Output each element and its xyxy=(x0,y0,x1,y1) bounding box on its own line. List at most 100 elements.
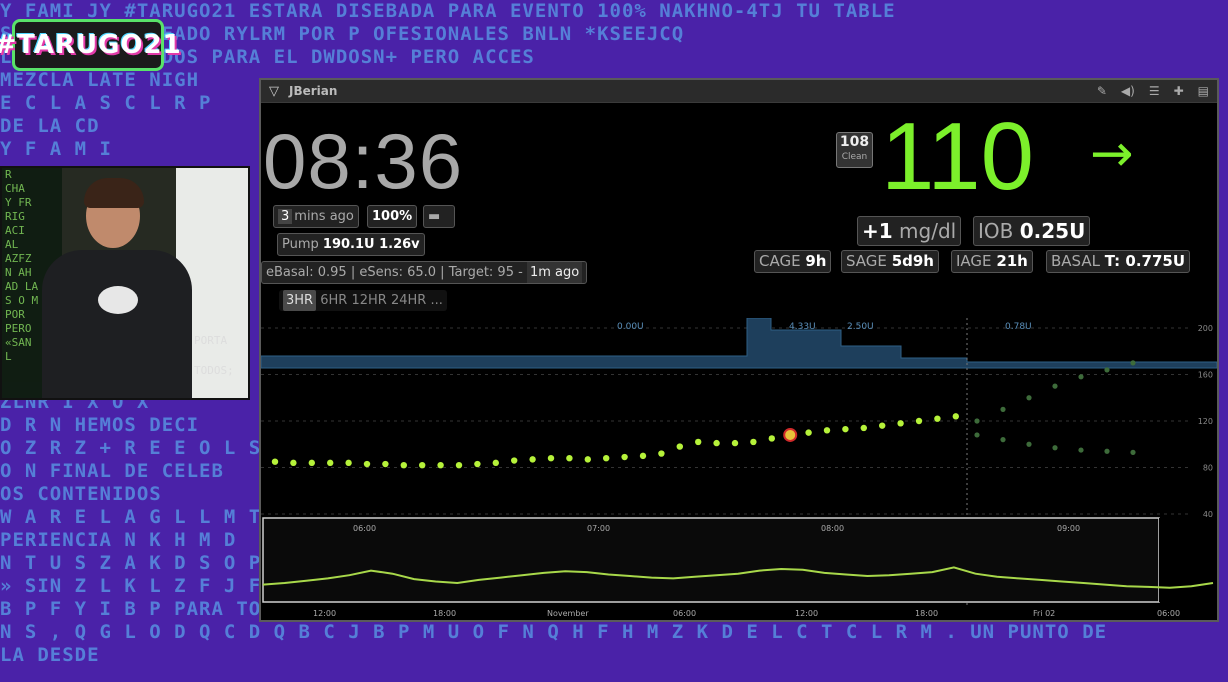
background-line: LOS ENTRETENIDOS PARA EL DWDOSN+ PERO AC… xyxy=(0,46,535,68)
brush-top-tick: 08:00 xyxy=(821,524,844,533)
background-line: S Z X P X RODEADO RYLRM POR P OFESIONALE… xyxy=(0,23,685,45)
sage-value: 5d9h xyxy=(891,252,934,270)
bg-point xyxy=(603,455,610,462)
site-title: JBerian xyxy=(289,84,338,98)
cage-pill: CAGE 9h xyxy=(754,250,832,273)
trend-arrow-icon: → xyxy=(1090,124,1134,184)
bg-point xyxy=(511,457,518,464)
range-more[interactable]: ... xyxy=(430,293,442,308)
brush-bottom-tick: Fri 02 xyxy=(1033,609,1055,618)
basal-label: 0.78U xyxy=(1005,322,1032,332)
y-tick-label: 160 xyxy=(1198,371,1213,380)
pump-value: 190.1U 1.26v xyxy=(322,237,420,252)
presenter-body xyxy=(42,250,192,398)
y-tick-label: 120 xyxy=(1198,417,1213,426)
nightscout-logo-icon: ▽ xyxy=(269,83,279,99)
forecast-high-point xyxy=(1000,406,1006,412)
basal-label: 4.33U xyxy=(789,322,816,332)
bg-point xyxy=(400,461,407,469)
glucose-chart[interactable]: 0.00U 4.33U 2.50U 0.78U 200 160 120 80 40 06:00… xyxy=(261,318,1217,622)
bg-point xyxy=(897,420,904,427)
loop-ago: 1m ago xyxy=(526,262,583,283)
brush-bottom-tick: 18:00 xyxy=(915,609,938,618)
bg-point xyxy=(915,417,923,425)
bg-point xyxy=(713,439,720,447)
range-24hr[interactable]: 24HR xyxy=(391,293,426,308)
brush-bottom-tick: November xyxy=(547,609,589,618)
bg-point xyxy=(345,459,352,467)
webcam-feed: R CHA Y FR RIG ACI AL AZFZ N AH AD LA S … xyxy=(0,166,250,400)
nightscout-window: ▽ JBerian ✎ ◀) ☰ ✚ ▤ 08:36 3 mins ago 100… xyxy=(259,78,1219,622)
edit-icon[interactable]: ✎ xyxy=(1097,84,1107,98)
forecast-low-point xyxy=(1078,447,1084,453)
tarugo-logo: #TARUGO21 xyxy=(0,19,181,71)
menu-icon[interactable]: ☰ xyxy=(1149,84,1160,98)
bg-point xyxy=(879,422,886,429)
brush-top-tick: 06:00 xyxy=(353,524,376,533)
bg-point xyxy=(676,443,683,450)
forecast-high-point xyxy=(1078,374,1084,380)
cage-value: 9h xyxy=(805,252,827,270)
bg-point xyxy=(474,460,481,468)
range-6hr[interactable]: 6HR xyxy=(320,293,347,308)
brush-bottom-tick: 12:00 xyxy=(313,609,336,618)
iage-pill: IAGE 21h xyxy=(951,250,1033,273)
basal-label: 0.00U xyxy=(617,322,644,332)
forecast-high-point xyxy=(1052,383,1058,389)
raw-bg-label: Clean xyxy=(841,152,868,162)
bg-point xyxy=(805,429,812,436)
basal-value: T: 0.775U xyxy=(1104,252,1186,270)
forecast-high-point xyxy=(1130,360,1136,366)
brush-top-tick: 07:00 xyxy=(587,524,610,533)
bg-point xyxy=(437,461,444,469)
loop-text: eBasal: 0.95 | eSens: 65.0 | Target: 95 … xyxy=(266,265,523,280)
bg-point xyxy=(419,461,426,469)
forecast-high-point xyxy=(974,418,980,424)
bg-point xyxy=(455,461,463,469)
uploader-battery-value: 100% xyxy=(372,209,413,224)
nightscout-titlebar: ▽ JBerian ✎ ◀) ☰ ✚ ▤ xyxy=(261,80,1217,103)
sage-pill: SAGE 5d9h xyxy=(841,250,939,273)
bg-point xyxy=(382,460,389,468)
bg-point xyxy=(566,455,573,462)
bg-point xyxy=(695,438,702,446)
bg-point xyxy=(308,459,315,467)
delta-value: +1 xyxy=(862,219,893,243)
sage-label: SAGE xyxy=(846,252,887,270)
bg-point xyxy=(547,455,555,462)
iob-pill: IOB 0.25U xyxy=(973,216,1091,246)
forecast-low-point xyxy=(1000,437,1006,443)
cage-label: CAGE xyxy=(759,252,801,270)
brush-selection xyxy=(262,517,1160,603)
loop-pill: eBasal: 0.95 | eSens: 65.0 | Target: 95 … xyxy=(261,261,588,284)
bg-point xyxy=(271,458,279,465)
bg-point xyxy=(934,415,941,422)
battery-icon: ▬ xyxy=(423,205,455,228)
iob-label: IOB xyxy=(978,219,1014,243)
bg-point xyxy=(658,450,665,457)
speaker-icon[interactable]: ◀) xyxy=(1121,84,1135,98)
bg-point xyxy=(823,427,831,434)
forecast-high-point xyxy=(1026,395,1032,401)
settings-icon[interactable]: ▤ xyxy=(1198,84,1209,98)
bg-point xyxy=(860,424,867,432)
range-3hr[interactable]: 3HR xyxy=(283,290,317,311)
background-line: LA DESDE xyxy=(0,644,100,666)
bg-point xyxy=(842,425,849,433)
bg-point xyxy=(621,453,628,461)
y-tick-label: 200 xyxy=(1198,324,1213,333)
pump-label: Pump xyxy=(282,237,319,252)
range-12hr[interactable]: 12HR xyxy=(351,293,386,308)
add-icon[interactable]: ✚ xyxy=(1174,84,1184,98)
raw-bg-value: 108 xyxy=(839,134,870,150)
time-range-selector: 3HR 6HR 12HR 24HR ... xyxy=(279,290,447,311)
y-tick-label: 40 xyxy=(1203,510,1213,519)
bg-point xyxy=(952,413,959,420)
delta-unit: mg/dl xyxy=(899,219,957,243)
raw-bg-badge: 108 Clean xyxy=(836,132,873,168)
bg-point xyxy=(750,438,757,446)
forecast-low-point xyxy=(1130,449,1136,455)
last-reading-minutes: 3 xyxy=(278,209,293,224)
clock: 08:36 xyxy=(263,117,464,205)
bg-point xyxy=(768,435,775,442)
